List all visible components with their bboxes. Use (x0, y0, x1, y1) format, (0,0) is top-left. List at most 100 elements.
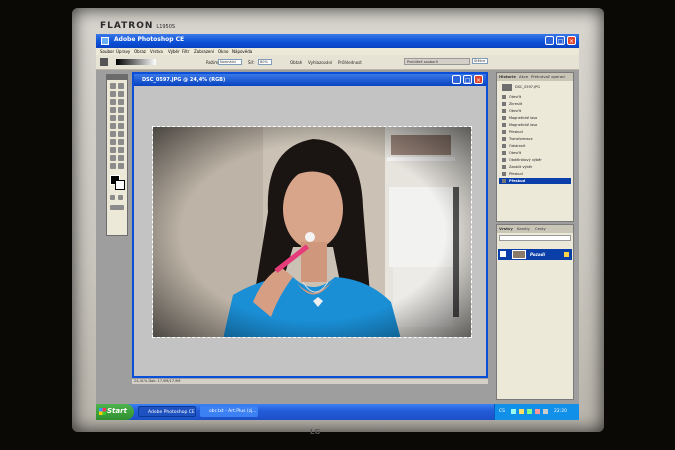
history-brush-icon[interactable] (118, 115, 124, 121)
type-tool-icon[interactable] (118, 139, 124, 145)
document-title: DSC_0597.JPG @ 24,4% (RGB) (142, 77, 226, 83)
base-logo: LG (310, 428, 321, 436)
zoom-tool-icon[interactable] (118, 163, 124, 169)
pen-tool-icon[interactable] (110, 147, 116, 153)
screen-mode-icon[interactable] (110, 205, 124, 210)
doc-close-button[interactable]: × (474, 75, 483, 84)
history-step-icon (502, 137, 506, 141)
history-step-icon (502, 130, 506, 134)
history-item-label: Transformace (509, 137, 533, 141)
history-item[interactable]: Otevřít (499, 94, 571, 100)
menu-napoveda[interactable]: Nápověda (232, 49, 252, 54)
file-browser-tab[interactable]: Prohlížeč souborů (404, 58, 470, 65)
hand-tool-icon[interactable] (110, 163, 116, 169)
doc-minimize-button[interactable]: _ (452, 75, 461, 84)
brush-tool-icon[interactable] (118, 107, 124, 113)
history-snapshot[interactable]: DSC_0597.JPG (499, 83, 571, 92)
history-item[interactable]: Obdélníkový výběr (499, 157, 571, 163)
history-item-label: Magnetické laso (509, 123, 538, 127)
blend-mode-select[interactable] (499, 235, 571, 241)
tray-icon[interactable] (519, 409, 524, 414)
check-obtah[interactable]: Obtah (290, 60, 302, 65)
notes-tool-icon[interactable] (110, 155, 116, 161)
move-tool-icon[interactable] (118, 83, 124, 89)
history-item[interactable]: Otevřít (499, 150, 571, 156)
gradient-tool-icon[interactable] (118, 123, 124, 129)
history-item[interactable]: Otevřít (499, 108, 571, 114)
start-button[interactable]: Start (96, 404, 134, 420)
history-item-label: Otevřít (509, 109, 522, 113)
check-pruhlednost[interactable]: Průhlednost (338, 60, 362, 65)
snapshot-thumbnail (502, 84, 512, 91)
minimize-button[interactable]: _ (545, 36, 554, 45)
eraser-tool-icon[interactable] (110, 123, 116, 129)
background-color-swatch[interactable] (115, 180, 125, 190)
task-photoshop[interactable]: Adobe Photoshop CE (138, 406, 196, 417)
layer-row[interactable]: Pozadí (498, 249, 572, 260)
volume-icon[interactable] (543, 409, 548, 414)
history-item[interactable]: Odstranit (499, 143, 571, 149)
tray-icon[interactable] (535, 409, 540, 414)
history-item[interactable]: Zkreslit (499, 101, 571, 107)
clock: 22:20 (554, 409, 567, 414)
check-vyhlazovani[interactable]: Vyhlazování (308, 60, 332, 65)
blur-tool-icon[interactable] (110, 131, 116, 137)
eyedropper-tool-icon[interactable] (118, 155, 124, 161)
start-label: Start (107, 407, 127, 415)
menu-vyber[interactable]: Výběr (168, 49, 180, 54)
tab-channels[interactable]: Kanály (517, 226, 530, 231)
healing-tool-icon[interactable] (110, 107, 116, 113)
menu-vrstva[interactable]: Vrstva (150, 49, 163, 54)
mode-select[interactable]: Normální (218, 59, 242, 65)
history-item[interactable]: Zaoblit výběr (499, 164, 571, 170)
history-item[interactable]: Přeskud (499, 171, 571, 177)
menu-okno[interactable]: Okno (218, 49, 228, 54)
dodge-tool-icon[interactable] (118, 131, 124, 137)
history-step-icon (502, 95, 506, 99)
menu-soubor[interactable]: Soubor (100, 49, 114, 54)
history-item[interactable]: Magnetické laso (499, 122, 571, 128)
tab-paths[interactable]: Cesty (535, 226, 546, 231)
tab-actions[interactable]: Akce (519, 74, 528, 79)
marquee-tool-icon[interactable] (110, 83, 116, 89)
tab-player[interactable]: Přehrávač operací (531, 74, 565, 79)
windows-logo-icon (99, 408, 106, 415)
history-item[interactable]: Magnetické laso (499, 115, 571, 121)
eye-icon[interactable] (500, 251, 506, 257)
width-field[interactable]: 80% (258, 59, 272, 65)
history-item-label: Přeskud (509, 179, 526, 183)
tab-layers[interactable]: Vrstvy (499, 226, 513, 231)
tray-icon[interactable] (527, 409, 532, 414)
menu-upravy[interactable]: Úpravy (116, 49, 130, 54)
menu-obraz[interactable]: Obraz (134, 49, 146, 54)
menu-filtr[interactable]: Filtr (182, 49, 189, 54)
lasso-tool-icon[interactable] (110, 91, 116, 97)
stamp-tool-icon[interactable] (110, 115, 116, 121)
history-item[interactable]: Transformace (499, 136, 571, 142)
network-icon[interactable] (511, 409, 516, 414)
language-indicator[interactable]: CS (499, 409, 505, 414)
history-step-icon (502, 172, 506, 176)
doc-maximize-button[interactable]: □ (463, 75, 472, 84)
slice-tool-icon[interactable] (118, 99, 124, 105)
shape-tool-icon[interactable] (118, 147, 124, 153)
task-artplus[interactable]: obr.txt - Art.Plus (zj... (200, 406, 258, 417)
model-text: L1950S (156, 24, 176, 30)
photo-canvas[interactable] (152, 126, 472, 338)
tool-preset-icon[interactable] (100, 58, 108, 66)
crop-tool-icon[interactable] (110, 99, 116, 105)
path-tool-icon[interactable] (110, 139, 116, 145)
close-button[interactable]: × (567, 36, 576, 45)
quickmask-mode-icon[interactable] (118, 195, 123, 200)
menu-zobrazeni[interactable]: Zobrazení (194, 49, 214, 54)
brushes-tab[interactable]: Štětce (472, 58, 488, 64)
history-item[interactable]: Přeskud (499, 178, 571, 184)
maximize-button[interactable]: □ (556, 36, 565, 45)
gradient-picker[interactable] (116, 59, 156, 65)
history-item-label: Magnetické laso (509, 116, 538, 120)
history-item[interactable]: Přeskud (499, 129, 571, 135)
history-step-icon (502, 151, 506, 155)
tab-history[interactable]: Historie (499, 74, 516, 79)
standard-mode-icon[interactable] (110, 195, 115, 200)
magic-wand-icon[interactable] (118, 91, 124, 97)
